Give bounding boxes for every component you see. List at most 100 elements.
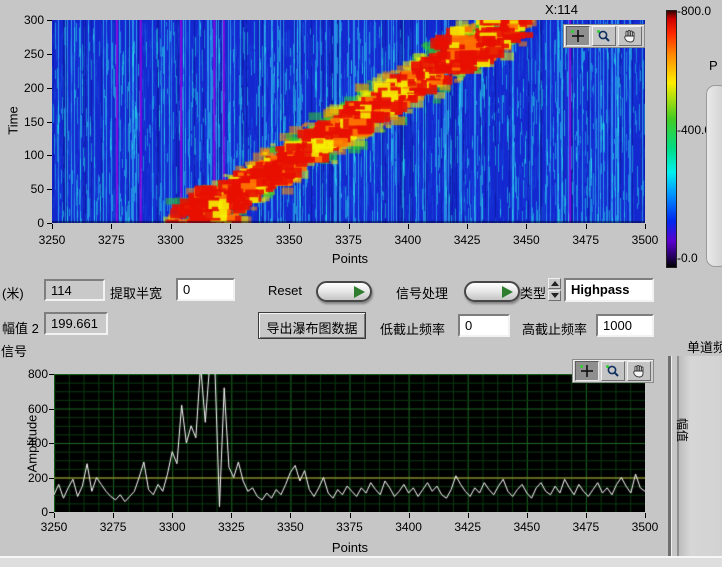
tick-label: 3375 — [330, 520, 370, 534]
tick-label: 3450 — [507, 520, 547, 534]
zoom-tool-icon[interactable] — [601, 361, 625, 381]
tick-mark — [49, 409, 54, 410]
vertical-divider — [668, 356, 672, 556]
tick-label: 0 — [10, 505, 48, 519]
signal-x-axis-label: Points — [320, 540, 380, 555]
high-cutoff-input[interactable]: 1000 — [596, 314, 654, 337]
pan-tool-icon[interactable] — [627, 361, 651, 381]
tick-label: 3400 — [388, 233, 428, 247]
tick-mark — [231, 513, 232, 518]
right-panel-vertical-axis-label: 幅值 — [674, 418, 691, 458]
tick-label: 3325 — [210, 233, 250, 247]
crosshair-tool-icon[interactable] — [566, 26, 590, 46]
tick-mark — [111, 224, 112, 229]
tick-label: 800 — [10, 367, 48, 381]
clipped-right-label: P — [709, 58, 718, 73]
tick-mark — [230, 224, 231, 229]
spin-up-icon[interactable] — [548, 278, 561, 289]
tick-label: 3350 — [269, 233, 309, 247]
tick-label: 3425 — [448, 520, 488, 534]
filter-type-combo[interactable]: Highpass — [564, 278, 654, 302]
signal-process-label: 信号处理 — [396, 283, 448, 302]
front-panel: X:114 Time Points — [0, 0, 722, 567]
low-cutoff-input[interactable]: 0 — [458, 314, 510, 337]
tick-mark — [586, 224, 587, 229]
tick-label: 3325 — [211, 520, 251, 534]
tick-label: 3500 — [625, 520, 665, 534]
tick-label: 200 — [10, 471, 48, 485]
tick-label: 3275 — [91, 233, 131, 247]
tick-mark — [645, 513, 646, 518]
tick-label: 3250 — [32, 233, 72, 247]
reset-toggle-arrow-icon — [354, 286, 365, 298]
amp2-label: 幅值 2 — [2, 318, 39, 337]
bottom-window-strip — [0, 556, 722, 567]
tick-label: 3375 — [329, 233, 369, 247]
tick-label: 3300 — [151, 233, 191, 247]
tick-mark — [586, 513, 587, 518]
tick-mark — [47, 122, 52, 123]
tick-mark — [408, 224, 409, 229]
tick-label: 200 — [6, 81, 44, 95]
colorbar-tick-max: -800.0 — [677, 4, 711, 18]
tick-mark — [52, 224, 53, 229]
filter-type-spinner[interactable] — [548, 278, 561, 302]
tick-mark — [47, 54, 52, 55]
tick-label: 3450 — [506, 233, 546, 247]
signal-plot-area[interactable] — [54, 374, 645, 512]
low-cutoff-label: 低截止频率 — [380, 319, 445, 338]
tick-mark — [47, 189, 52, 190]
tick-mark — [409, 513, 410, 518]
tick-label: 400 — [10, 436, 48, 450]
spin-down-icon[interactable] — [548, 290, 561, 301]
tick-mark — [468, 513, 469, 518]
tick-mark — [49, 478, 54, 479]
tick-mark — [350, 513, 351, 518]
tick-mark — [526, 224, 527, 229]
meter-value-field[interactable]: 114 — [44, 279, 105, 301]
amp2-value-field[interactable]: 199.661 — [44, 312, 108, 335]
tick-mark — [467, 224, 468, 229]
tick-label: 300 — [6, 13, 44, 27]
colorbar-tick-min: -0.0 — [677, 251, 698, 265]
tick-mark — [349, 224, 350, 229]
export-waterfall-button[interactable]: 导出瀑布图数据 — [258, 312, 366, 339]
tick-mark — [47, 88, 52, 89]
tick-label: 3425 — [447, 233, 487, 247]
tick-label: 3300 — [152, 520, 192, 534]
halfwidth-input[interactable]: 0 — [176, 278, 235, 301]
zoom-tool-icon[interactable] — [592, 26, 616, 46]
tick-label: 0 — [6, 216, 44, 230]
tick-label: 3500 — [625, 233, 665, 247]
tick-mark — [113, 513, 114, 518]
tick-mark — [527, 513, 528, 518]
tick-mark — [49, 374, 54, 375]
tick-label: 3250 — [34, 520, 74, 534]
signal-section-label: 信号 — [1, 341, 27, 360]
tick-mark — [47, 155, 52, 156]
pan-tool-icon[interactable] — [618, 26, 642, 46]
right-vertical-slider[interactable] — [706, 85, 722, 267]
halfwidth-label: 提取半宽 — [110, 283, 162, 302]
crosshair-tool-icon[interactable] — [575, 361, 599, 381]
tick-mark — [54, 513, 55, 518]
cursor-readout: X:114 — [545, 2, 578, 17]
tick-mark — [290, 513, 291, 518]
tick-mark — [49, 443, 54, 444]
signal-process-toggle-button[interactable] — [464, 281, 520, 302]
tick-mark — [47, 20, 52, 21]
intensity-colorbar — [666, 10, 677, 268]
filter-type-label: 类型 — [520, 283, 546, 302]
waterfall-graph-tools — [563, 24, 645, 48]
meter-label: (米) — [2, 283, 24, 302]
tick-label: 3400 — [389, 520, 429, 534]
tick-label: 3475 — [566, 233, 606, 247]
tick-mark — [289, 224, 290, 229]
tick-label: 3275 — [93, 520, 133, 534]
waterfall-plot-area[interactable] — [52, 20, 645, 223]
reset-toggle-button[interactable] — [316, 281, 372, 302]
signal-graph-tools — [572, 359, 654, 383]
tick-mark — [171, 224, 172, 229]
tick-label: 250 — [6, 47, 44, 61]
waterfall-x-axis-label: Points — [320, 251, 380, 266]
